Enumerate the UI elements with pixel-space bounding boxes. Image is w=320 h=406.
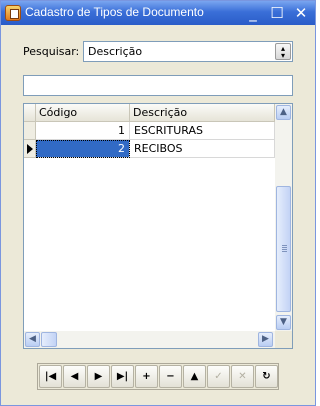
next-record-icon[interactable]: ▶ bbox=[87, 365, 110, 388]
grip-line bbox=[282, 245, 287, 246]
scroll-up-icon[interactable]: ▲ bbox=[276, 105, 291, 120]
cell-codigo[interactable]: 1 bbox=[36, 122, 130, 140]
data-grid[interactable]: Código Descrição 1 ESCRITURAS 2 RECIBOS … bbox=[23, 103, 293, 349]
app-window: Cadastro de Tipos de Documento _ ☐ ✕ Pes… bbox=[0, 0, 316, 406]
refresh-icon[interactable]: ↻ bbox=[255, 365, 278, 388]
search-label: Pesquisar: bbox=[23, 45, 80, 58]
post-record-icon[interactable]: ✓ bbox=[207, 365, 230, 388]
first-record-icon[interactable]: |◀ bbox=[39, 365, 62, 388]
vertical-scrollbar[interactable]: ▲ ▼ bbox=[275, 104, 292, 331]
vertical-scroll-thumb[interactable] bbox=[276, 186, 291, 312]
minimize-button[interactable]: _ bbox=[243, 3, 263, 23]
table-row[interactable]: 2 RECIBOS bbox=[24, 140, 275, 158]
delete-record-icon[interactable]: − bbox=[159, 365, 182, 388]
record-navigator: |◀ ◀ ▶ ▶| + − ▲ ✓ ✕ ↻ bbox=[37, 363, 279, 390]
search-field-value: Descrição bbox=[88, 45, 143, 58]
grip-line bbox=[282, 249, 287, 250]
cancel-edit-icon[interactable]: ✕ bbox=[231, 365, 254, 388]
insert-record-icon[interactable]: + bbox=[135, 365, 158, 388]
app-document-icon bbox=[5, 5, 21, 21]
dropdown-arrow-icon[interactable]: ▴ ▾ bbox=[275, 43, 291, 60]
search-field-select[interactable]: Descrição ▴ ▾ bbox=[83, 41, 293, 62]
search-input[interactable] bbox=[23, 75, 293, 96]
close-button[interactable]: ✕ bbox=[291, 3, 311, 23]
table-row[interactable]: 1 ESCRITURAS bbox=[24, 122, 275, 140]
row-indicator bbox=[24, 122, 36, 140]
title-bar[interactable]: Cadastro de Tipos de Documento _ ☐ ✕ bbox=[1, 1, 315, 25]
column-header-descricao[interactable]: Descrição bbox=[130, 104, 275, 122]
cell-descricao[interactable]: ESCRITURAS bbox=[130, 122, 275, 140]
cell-descricao[interactable]: RECIBOS bbox=[130, 140, 275, 158]
grip-line bbox=[282, 251, 287, 252]
horizontal-scrollbar[interactable]: ◀ ▶ bbox=[24, 331, 275, 348]
grip-line bbox=[282, 247, 287, 248]
scrollbar-corner bbox=[275, 331, 292, 348]
column-header-codigo[interactable]: Código bbox=[36, 104, 130, 122]
scroll-down-icon[interactable]: ▼ bbox=[276, 315, 291, 330]
scroll-left-icon[interactable]: ◀ bbox=[25, 332, 40, 347]
current-row-arrow-icon bbox=[27, 144, 33, 154]
maximize-button[interactable]: ☐ bbox=[267, 3, 287, 23]
window-title: Cadastro de Tipos de Documento bbox=[25, 5, 204, 19]
edit-record-icon[interactable]: ▲ bbox=[183, 365, 206, 388]
cell-codigo[interactable]: 2 bbox=[36, 140, 130, 158]
last-record-icon[interactable]: ▶| bbox=[111, 365, 134, 388]
prior-record-icon[interactable]: ◀ bbox=[63, 365, 86, 388]
row-indicator bbox=[24, 140, 36, 158]
scroll-right-icon[interactable]: ▶ bbox=[258, 332, 273, 347]
horizontal-scroll-thumb[interactable] bbox=[41, 332, 57, 347]
grid-indicator-header bbox=[24, 104, 36, 122]
